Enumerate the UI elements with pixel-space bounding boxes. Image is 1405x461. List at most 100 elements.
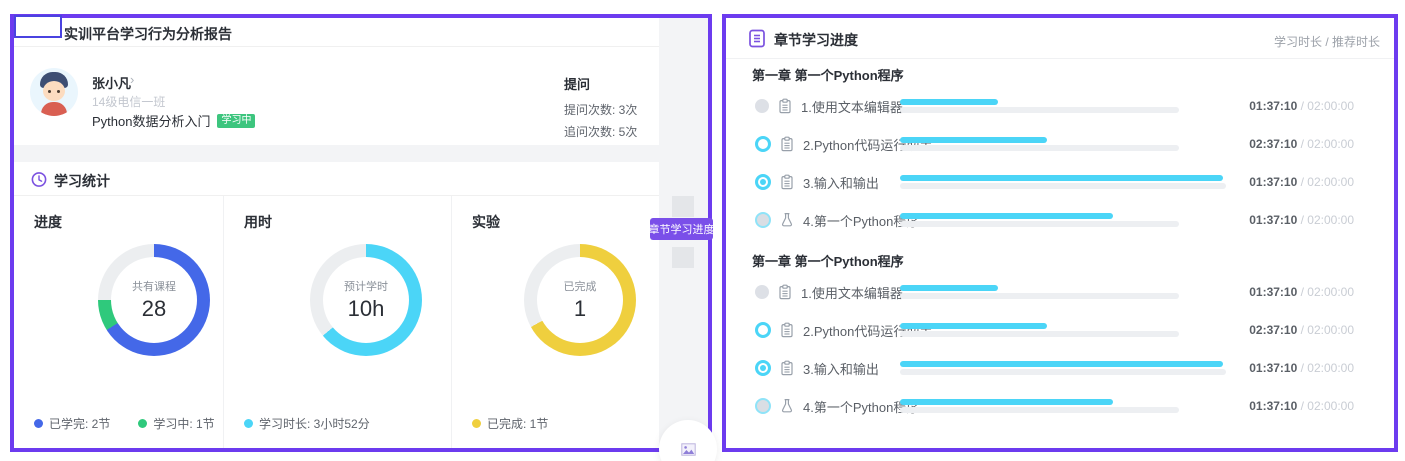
chevron-right-icon[interactable]: › — [130, 72, 134, 87]
recommend-time-track — [900, 369, 1226, 375]
learn-time: 01:37:10 — [1249, 99, 1297, 113]
chapter-row[interactable]: 4.第一个Python程序 01:37:10 / 02:00:00 — [726, 201, 1394, 239]
document-icon — [748, 29, 766, 48]
learn-time-bar — [900, 99, 998, 105]
question-count: 提问次数: 3次 — [564, 101, 659, 118]
learning-stats-title: 学习统计 — [54, 171, 110, 191]
chapter-row[interactable]: 1.使用文本编辑器 01:37:10 / 02:00:00 — [726, 87, 1394, 125]
recommend-time: / 02:00:00 — [1297, 323, 1354, 337]
progress-bars — [900, 323, 1230, 337]
legend-item: 学习中: 1节 — [138, 415, 214, 432]
recommend-time: / 02:00:00 — [1297, 213, 1354, 227]
donut-center-value: 28 — [142, 296, 166, 322]
progress-bars — [900, 213, 1230, 227]
donut-center: 预计学时10h — [323, 257, 409, 343]
chapter-row-label: 1.使用文本编辑器 — [801, 97, 903, 116]
learning-stats-header: 学习统计 — [14, 162, 659, 196]
recommend-time-track — [900, 145, 1179, 151]
donut-chart: 共有课程28 — [98, 244, 210, 356]
chapter-list: 第一章 第一个Python程序 1.使用文本编辑器 01:37:10 / 02:… — [726, 59, 1394, 425]
learn-time-bar — [900, 137, 1047, 143]
legend-dot-icon — [34, 419, 43, 428]
donut-center-value: 10h — [348, 296, 385, 322]
recommend-time-track — [900, 107, 1179, 113]
chapter-section: 第一章 第一个Python程序 1.使用文本编辑器 01:37:10 / 02:… — [726, 253, 1394, 425]
time-values: 02:37:10 / 02:00:00 — [1249, 323, 1354, 337]
chapter-row[interactable]: 3.输入和输出 01:37:10 / 02:00:00 — [726, 349, 1394, 387]
learn-time-bar — [900, 213, 1113, 219]
chapter-section-title: 第一章 第一个Python程序 — [752, 253, 1394, 271]
learn-time: 01:37:10 — [1249, 213, 1297, 227]
recommend-time-track — [900, 221, 1179, 227]
recommend-time: / 02:00:00 — [1297, 99, 1354, 113]
legend-item: 已完成: 1节 — [472, 415, 548, 432]
chapter-row[interactable]: 1.使用文本编辑器 01:37:10 / 02:00:00 — [726, 273, 1394, 311]
chapter-row[interactable]: 3.输入和输出 01:37:10 / 02:00:00 — [726, 163, 1394, 201]
chapter-progress-button[interactable]: 章节学习进度 — [650, 218, 713, 240]
status-bullet-icon — [755, 398, 771, 414]
report-panel: 实训平台学习行为分析报告 张小凡 › 14级电信一班 Python数据分析入门 … — [10, 14, 712, 452]
column-label: 实验 — [472, 212, 500, 232]
legend-text: 已学完: 2节 — [49, 415, 110, 432]
column-label: 进度 — [34, 212, 62, 232]
broken-image-icon — [681, 443, 696, 456]
chapter-row[interactable]: 4.第一个Python程序 01:37:10 / 02:00:00 — [726, 387, 1394, 425]
legend-text: 已完成: 1节 — [487, 415, 548, 432]
column-label: 用时 — [244, 212, 272, 232]
learn-time: 01:37:10 — [1249, 399, 1297, 413]
learning-stats-card: 学习统计 进度共有课程28 已学完: 2节 学习中: 1节 用时预计学时10h 学习时长… — [14, 162, 659, 448]
legend-text: 学习时长: 3小时52分 — [259, 415, 370, 432]
legend-item: 学习时长: 3小时52分 — [244, 415, 370, 432]
legend-row: 已学完: 2节 学习中: 1节 — [34, 415, 215, 432]
recommend-time: / 02:00:00 — [1297, 285, 1354, 299]
status-bullet-icon — [755, 99, 769, 113]
avatar-body-shape — [41, 102, 67, 116]
recommend-time-track — [900, 331, 1179, 337]
recommend-time: / 02:00:00 — [1297, 399, 1354, 413]
learn-time: 01:37:10 — [1249, 175, 1297, 189]
progress-bars — [900, 361, 1230, 375]
legend-row: 学习时长: 3小时52分 — [244, 415, 370, 432]
legend-item: 已学完: 2节 — [34, 415, 110, 432]
clipboard-icon — [777, 98, 793, 114]
floating-action-button[interactable] — [659, 420, 717, 461]
placeholder-square — [672, 196, 694, 217]
status-bullet-icon — [755, 360, 771, 376]
donut-chart: 已完成1 — [524, 244, 636, 356]
legend-dot-icon — [138, 419, 147, 428]
question-stats-title: 提问 — [564, 74, 659, 93]
learn-time: 01:37:10 — [1249, 285, 1297, 299]
flask-icon — [779, 212, 795, 228]
recommend-time: / 02:00:00 — [1297, 137, 1354, 151]
time-values: 01:37:10 / 02:00:00 — [1249, 175, 1354, 189]
chapter-progress-panel: 章节学习进度 学习时长 / 推荐时长 第一章 第一个Python程序 1.使用文… — [722, 14, 1398, 452]
progress-bars — [900, 285, 1230, 299]
status-bullet-icon — [755, 136, 771, 152]
duration-legend: 学习时长 / 推荐时长 — [1274, 33, 1380, 50]
avatar-face-shape — [43, 81, 65, 101]
progress-bars — [900, 137, 1230, 151]
stats-column-进度: 进度共有课程28 已学完: 2节 学习中: 1节 — [14, 196, 224, 448]
chapter-row[interactable]: 2.Python代码运行助手 02:37:10 / 02:00:00 — [726, 311, 1394, 349]
stats-columns: 进度共有课程28 已学完: 2节 学习中: 1节 用时预计学时10h 学习时长: 3小时… — [14, 196, 659, 448]
followup-count: 追问次数: 5次 — [564, 123, 659, 140]
learn-time-bar — [900, 399, 1113, 405]
annotation-box — [14, 15, 62, 38]
page: 实训平台学习行为分析报告 张小凡 › 14级电信一班 Python数据分析入门 … — [0, 0, 1405, 461]
legend-text: 学习中: 1节 — [153, 415, 214, 432]
chapter-row[interactable]: 2.Python代码运行助手 02:37:10 / 02:00:00 — [726, 125, 1394, 163]
time-values: 01:37:10 / 02:00:00 — [1249, 99, 1354, 113]
legend-dot-icon — [472, 419, 481, 428]
donut-center-label: 已完成 — [564, 278, 597, 294]
student-avatar[interactable] — [30, 68, 78, 116]
recommend-time-track — [900, 407, 1179, 413]
placeholder-square — [672, 247, 694, 268]
learn-time: 01:37:10 — [1249, 361, 1297, 375]
chapter-section: 第一章 第一个Python程序 1.使用文本编辑器 01:37:10 / 02:… — [726, 67, 1394, 239]
status-bullet-icon — [755, 174, 771, 190]
donut-chart: 预计学时10h — [310, 244, 422, 356]
flask-icon — [779, 398, 795, 414]
chapter-row-label: 1.使用文本编辑器 — [801, 283, 903, 302]
progress-bars — [900, 99, 1230, 113]
student-name[interactable]: 张小凡 — [92, 73, 131, 92]
